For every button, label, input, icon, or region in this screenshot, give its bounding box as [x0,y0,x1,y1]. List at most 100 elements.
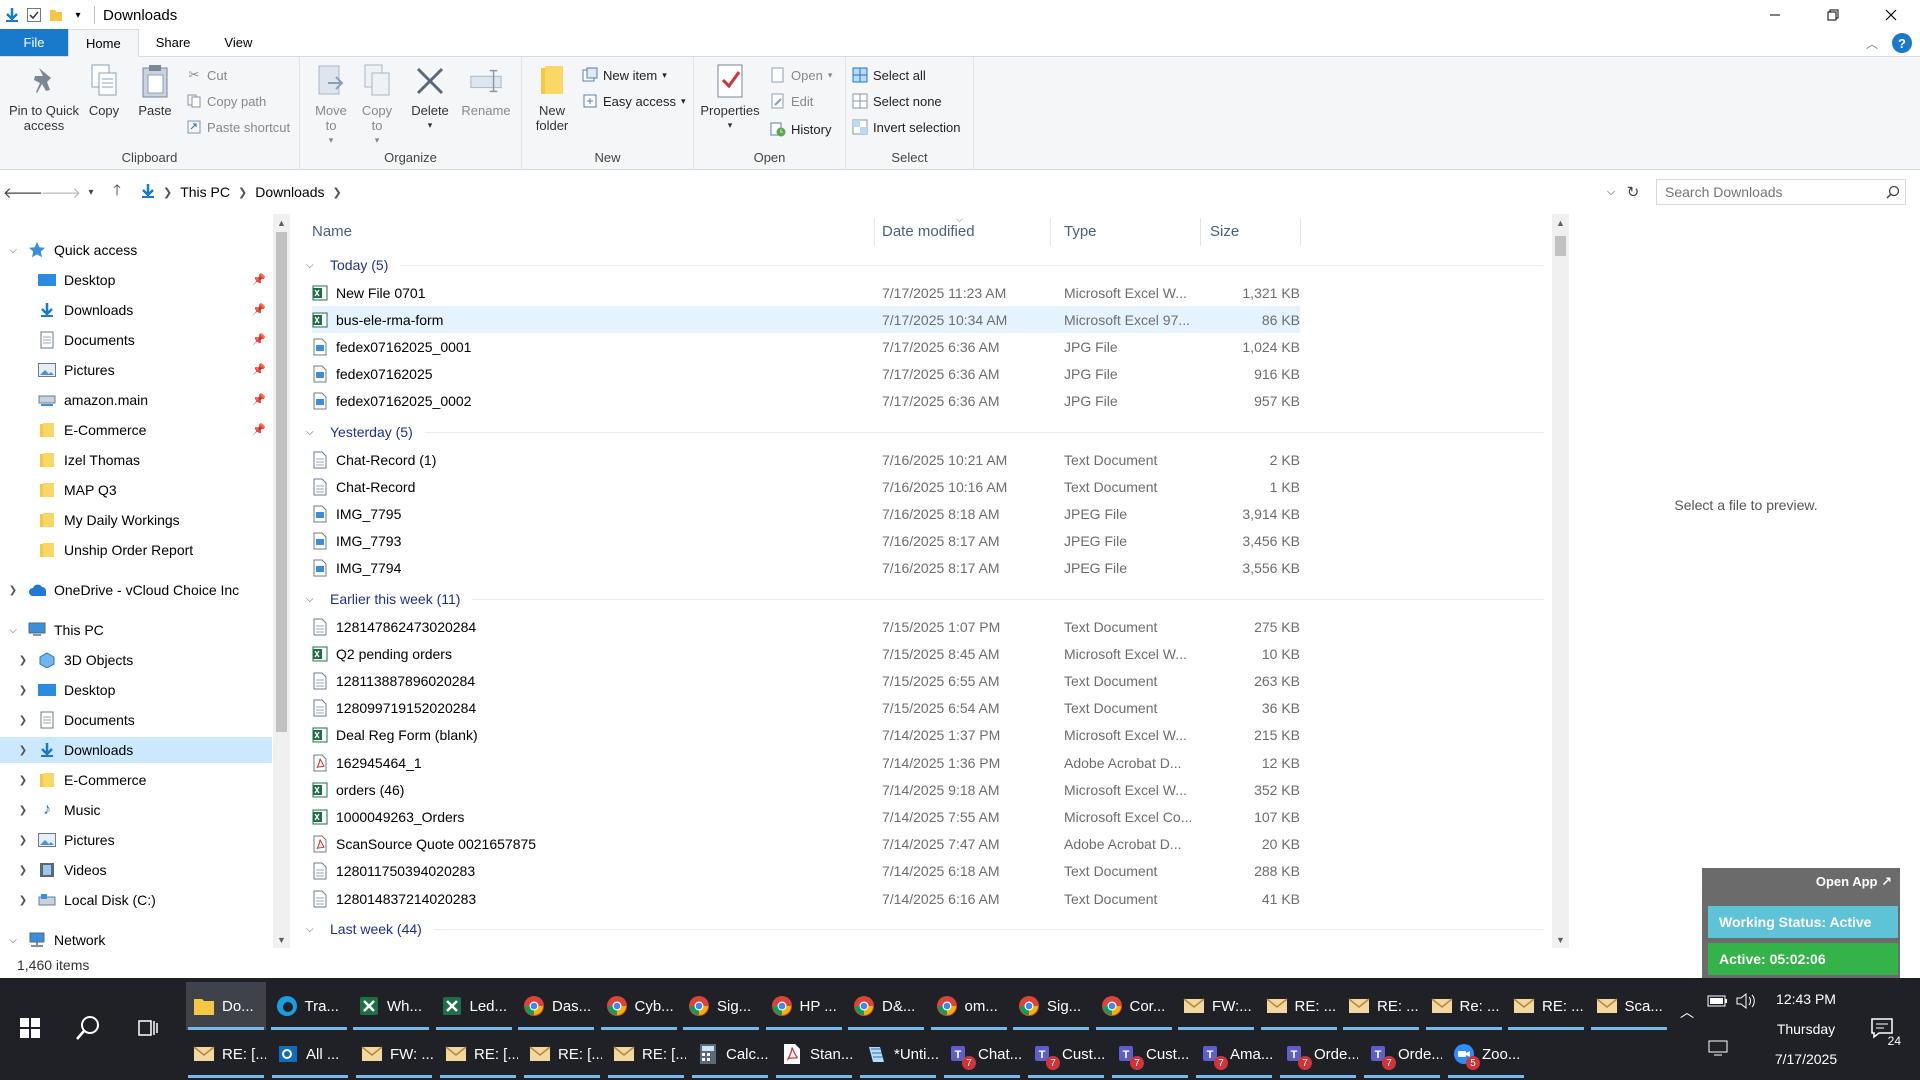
taskbar-clock[interactable]: 12:43 PM Thursday 7/17/2025 [1752,984,1860,1074]
nav-quick-map-q3[interactable]: MAP Q3 [38,477,272,503]
group-header[interactable]: ⌵ Earlier this week (11) [304,586,1544,612]
back-button[interactable]: 🡐 [3,181,43,203]
pin-icon[interactable]: 📌 [252,423,266,436]
taskbar-item[interactable]: RE: [... [606,1030,686,1078]
scroll-up-arrow-icon[interactable]: ▲ [1552,214,1569,231]
chevron-right-icon[interactable]: ❯ [163,186,172,199]
taskbar-search-button[interactable] [68,1008,108,1048]
chevron-right-icon[interactable]: ❯ [16,835,30,846]
taskbar-item[interactable]: T 7 Ama... [1194,1030,1274,1078]
taskbar-item[interactable]: T 7 Cust... [1110,1030,1190,1078]
nav-pc-downloads[interactable]: ❯ Downloads [0,737,272,763]
taskbar-item[interactable]: FW: ... [354,1030,434,1078]
chevron-down-icon[interactable]: ⌵ [306,594,322,605]
taskbar-item[interactable]: Sca... [1589,982,1669,1030]
taskbar-item[interactable]: Cor... [1094,982,1174,1030]
nav-pc-music[interactable]: ❯ ♪ Music [16,797,272,823]
nav-this-pc[interactable]: ⌵ This PC [6,617,272,643]
tab-view[interactable]: View [207,29,269,56]
taskbar-item[interactable]: RE: [... [186,1030,266,1078]
chevron-right-icon[interactable]: ❯ [16,715,30,726]
taskbar-item[interactable]: Stan... [774,1030,854,1078]
nav-pc-ecommerce[interactable]: ❯ E-Commerce [16,767,272,793]
restore-button[interactable] [1804,0,1862,30]
chevron-down-icon[interactable]: ⌵ [6,935,20,946]
chevron-down-icon[interactable]: ⌵ [306,260,322,271]
tab-file[interactable]: File [0,29,68,56]
taskbar-item[interactable]: Sig... [1011,982,1091,1030]
properties-button[interactable]: Properties ▾ [698,63,762,133]
task-view-button[interactable] [128,1008,168,1048]
taskbar-item[interactable]: Wh... [351,982,431,1030]
file-row[interactable]: Q2 pending orders 7/15/2025 8:45 AM Micros… [312,640,1598,667]
file-row[interactable]: bus-ele-rma-form 7/17/2025 10:34 AM Micros… [312,306,1300,334]
select-none-button[interactable]: Select none [852,91,942,111]
action-center-desktop-icon[interactable] [1707,1040,1729,1059]
cut-button[interactable]: ✂ Cut [186,65,228,85]
file-row[interactable]: New File 0701 7/17/2025 11:23 AM Microsoft… [312,279,1598,306]
taskbar-item[interactable]: Re: ... [1424,982,1504,1030]
file-row[interactable]: 128147862473020284 7/15/2025 1:07 PM Text … [312,613,1598,640]
easy-access-button[interactable]: Easy access ▾ [582,91,686,111]
paste-button[interactable]: Paste [134,63,176,118]
column-header-date[interactable]: Date modified [874,214,1052,248]
taskbar-item[interactable]: Calc... [690,1030,770,1078]
copy-to-button[interactable]: Copy to ▾ [358,63,396,148]
chevron-right-icon[interactable]: ❯ [238,186,247,199]
notification-center-button[interactable]: 24 [1862,1008,1902,1048]
edit-button[interactable]: Edit [770,91,813,111]
nav-quick-my-daily-workings[interactable]: My Daily Workings [38,507,272,533]
copy-path-button[interactable]: Copy path [186,91,266,111]
taskbar-item[interactable]: RE: ... [1341,982,1421,1030]
pin-icon[interactable]: 📌 [252,303,266,316]
file-row[interactable]: ScanSource Quote 0021657875 7/14/2025 7:4… [312,831,1598,858]
nav-pc-local-disk[interactable]: ❯ Local Disk (C:) [16,887,272,913]
taskbar-item[interactable]: T 7 Orde... [1278,1030,1358,1078]
paste-shortcut-button[interactable]: Paste shortcut [186,117,290,137]
move-to-button[interactable]: Move to ▾ [312,63,350,148]
column-separator[interactable] [1200,218,1201,246]
file-row[interactable]: IMG_7794 7/16/2025 8:17 AM JPEG File 3,556 … [312,555,1598,582]
column-separator[interactable] [1050,218,1051,246]
up-button[interactable]: 🡑 [106,181,128,203]
taskbar-item[interactable]: 5 Zoo... [1446,1030,1526,1078]
file-row[interactable]: fedex07162025_0002 7/17/2025 6:36 AM JPG F… [312,388,1598,415]
chevron-right-icon[interactable]: ❯ [16,745,30,756]
nav-onedrive[interactable]: ❯ OneDrive - vCloud Choice Inc [6,577,272,603]
taskbar-item[interactable]: Das... [516,982,596,1030]
chevron-down-icon[interactable]: ⌵ [6,245,20,256]
file-row[interactable]: 128113887896020284 7/15/2025 6:55 AM Text … [312,667,1598,694]
taskbar-item[interactable]: Led... [434,982,514,1030]
close-button[interactable] [1862,0,1920,30]
nav-quick-ecommerce[interactable]: E-Commerce 📌 [38,417,272,443]
chevron-right-icon[interactable]: ❯ [16,865,30,876]
scroll-up-arrow-icon[interactable]: ▲ [273,214,290,231]
show-hidden-icons-button[interactable]: ︿ [1680,1002,1694,1022]
taskbar-item[interactable]: Do... [186,982,266,1030]
down-arrow-icon[interactable] [4,7,20,23]
taskbar-item[interactable]: Tra... [269,982,349,1030]
pin-icon[interactable]: 📌 [252,393,266,406]
nav-scrollbar-thumb[interactable] [276,232,287,732]
pin-quick-access-button[interactable]: Pin to Quick access [6,63,82,133]
file-list-scrollbar[interactable]: ▲ ▼ [1552,214,1569,948]
chevron-right-icon[interactable]: ❯ [6,585,20,596]
taskbar-item[interactable]: All ... [270,1030,350,1078]
nav-quick-desktop[interactable]: Desktop 📌 [38,267,272,293]
pin-icon[interactable]: 📌 [252,363,266,376]
refresh-button[interactable]: ↻ [1622,181,1644,203]
group-header[interactable]: ⌵ Today (5) [304,252,1544,278]
open-app-button[interactable]: Open App ↗ [1816,874,1892,890]
taskbar-item[interactable]: T 7 Chat... [942,1030,1022,1078]
taskbar-item[interactable]: Sig... [681,982,761,1030]
nav-network[interactable]: ⌵ Network [6,927,272,953]
chevron-down-icon[interactable]: ⌵ [306,427,322,438]
nav-pc-desktop[interactable]: ❯ Desktop [16,677,272,703]
nav-quick-pictures[interactable]: Pictures 📌 [38,357,272,383]
file-row[interactable]: 1000049263_Orders 7/14/2025 7:55 AM Micros… [312,803,1598,830]
battery-icon[interactable] [1707,994,1729,1011]
taskbar-item[interactable]: RE: ... [1506,982,1586,1030]
file-row[interactable]: fedex07162025_0001 7/17/2025 6:36 AM JPG F… [312,333,1598,360]
file-row[interactable]: fedex07162025 7/17/2025 6:36 AM JPG File 91… [312,361,1598,388]
taskbar-item[interactable]: om... [929,982,1009,1030]
